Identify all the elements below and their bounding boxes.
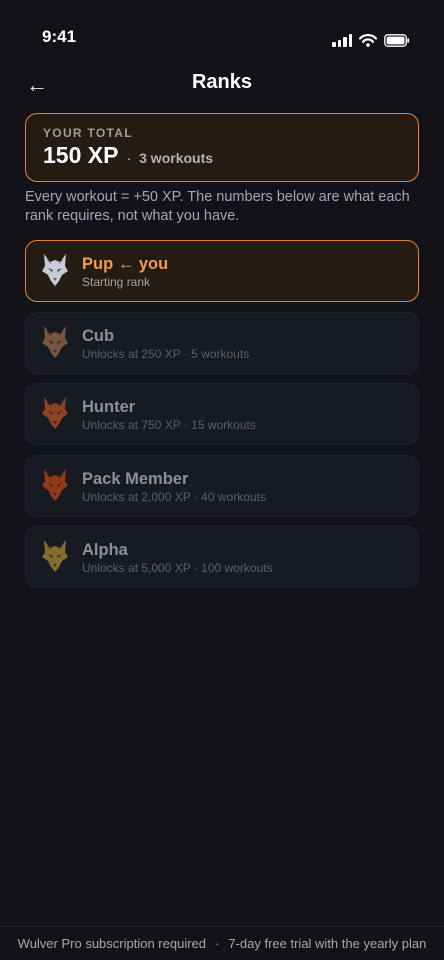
subscription-footer[interactable]: Wulver Pro subscription required · 7-day… [0, 926, 444, 960]
total-xp-card: YOUR TOTAL 150 XP · 3 workouts [25, 113, 419, 182]
rank-card-hunter[interactable]: Hunter Unlocks at 750 XP · 15 workouts [25, 383, 419, 445]
cellular-signal-icon [332, 34, 352, 47]
rank-subtitle: Unlocks at 750 XP · 15 workouts [82, 418, 256, 432]
status-icons [332, 34, 410, 47]
rank-card-alpha[interactable]: Alpha Unlocks at 5,000 XP · 100 workouts [25, 526, 419, 588]
rank-subtitle: Starting rank [82, 275, 151, 289]
wolf-icon [41, 253, 69, 287]
status-time: 9:41 [42, 27, 77, 46]
header: ← Ranks [0, 64, 444, 104]
total-xp-value: 150 XP [43, 142, 119, 168]
xp-info-text: Every workout = +50 XP. The numbers belo… [25, 189, 410, 224]
rank-subtitle: Unlocks at 250 XP · 5 workouts [82, 346, 250, 361]
rank-card-pack-member[interactable]: Pack Member Unlocks at 2,000 XP · 40 wor… [25, 454, 419, 517]
wolf-icon [41, 468, 69, 501]
wolf-icon [41, 396, 69, 430]
rank-card-pup[interactable]: Pup ← you Starting rank [25, 240, 419, 302]
wifi-icon [359, 34, 377, 47]
footer-trial-text: 7-day free trial with the yearly plan [228, 936, 427, 951]
rank-list: Pup ← you Starting rank Cub Unlocks at 2… [25, 240, 419, 598]
total-label: YOUR TOTAL [43, 126, 133, 140]
total-workouts-count: 3 workouts [139, 150, 214, 166]
footer-separator: · [215, 936, 220, 951]
status-bar: 9:41 [0, 0, 444, 60]
rank-name: Pack Member [82, 469, 189, 488]
page-title: Ranks [191, 71, 253, 93]
total-summary: 150 XP · 3 workouts [43, 142, 213, 169]
wolf-icon [41, 539, 69, 573]
rank-name: Cub [82, 326, 115, 345]
rank-name: Hunter [82, 398, 136, 416]
footer-subscription-text: Wulver Pro subscription required [17, 936, 206, 951]
rank-subtitle: Unlocks at 5,000 XP · 100 workouts [82, 561, 273, 575]
battery-icon [384, 34, 410, 47]
total-separator: · [126, 150, 132, 166]
rank-name: Pup ← you [82, 255, 169, 273]
rank-name: Alpha [82, 541, 128, 559]
rank-subtitle: Unlocks at 2,000 XP · 40 workouts [82, 489, 266, 504]
ranks-screen: 9:41 ← Ranks YOUR TOTAL 150 XP · 3 worko… [0, 0, 444, 960]
wolf-icon [41, 325, 69, 358]
rank-card-cub[interactable]: Cub Unlocks at 250 XP · 5 workouts [25, 311, 419, 374]
